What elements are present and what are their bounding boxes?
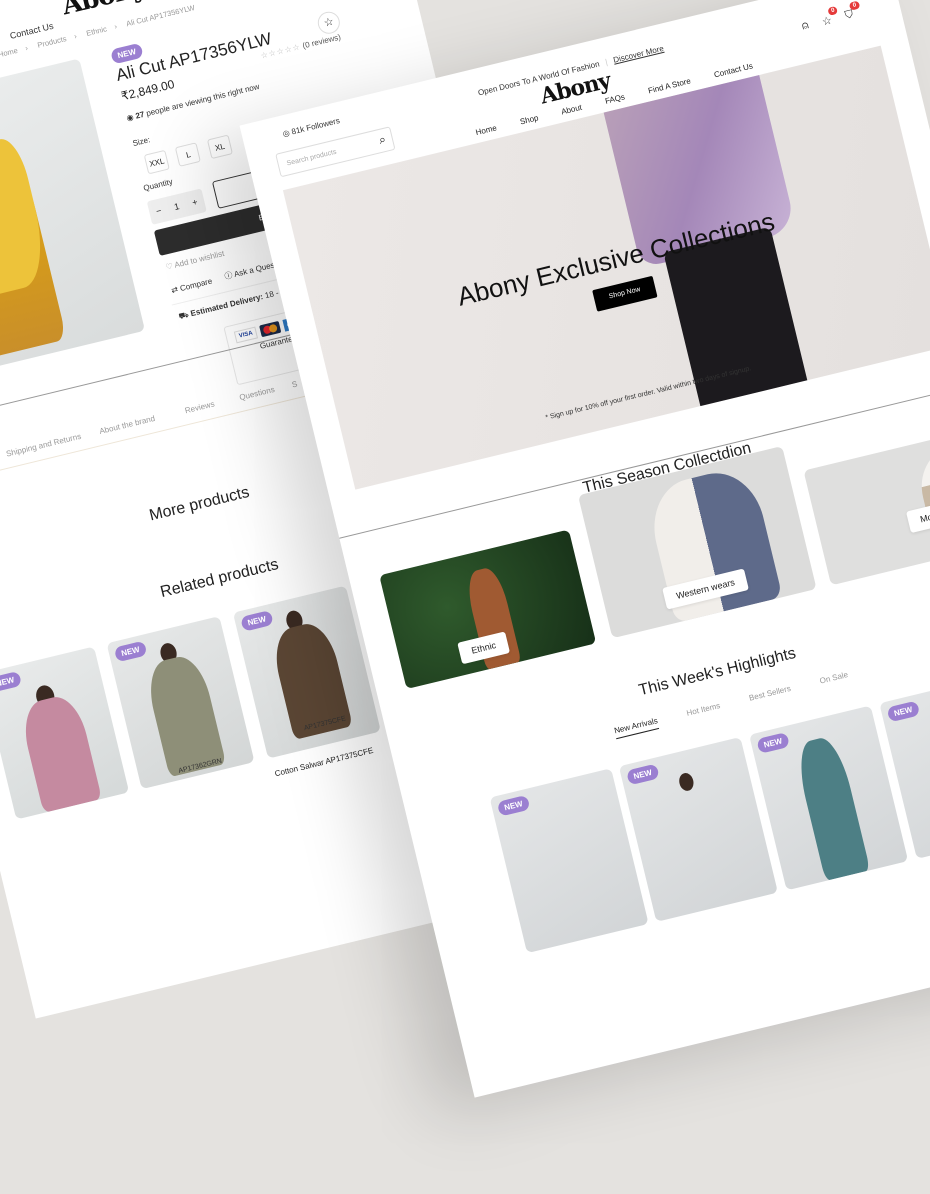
visa-icon: VISA [233, 326, 259, 344]
tab-reviews[interactable]: Reviews [184, 399, 216, 415]
wishlist-icon[interactable]: ☆ 0 [821, 5, 839, 29]
heart-icon: ♡ [164, 261, 174, 272]
size-label: Size: [131, 135, 152, 149]
product-card[interactable]: NEW [749, 705, 909, 891]
shop-now-button[interactable]: Shop Now [592, 275, 658, 312]
minus-icon[interactable]: − [155, 206, 162, 217]
nav-shop[interactable]: Shop [519, 113, 539, 126]
tab-more[interactable]: S [291, 379, 298, 389]
search-icon[interactable]: ⌕ [377, 132, 387, 148]
quantity-label: Quantity [142, 177, 174, 193]
plus-icon[interactable]: + [191, 197, 198, 208]
search-placeholder: Search products [286, 148, 338, 168]
tab-on-sale[interactable]: On Sale [819, 670, 850, 689]
related-product-card[interactable]: NEW [0, 646, 130, 820]
breadcrumb-home[interactable]: Home [0, 46, 19, 59]
compare-link[interactable]: ⇄ Compare [170, 277, 213, 296]
hero-title: Abony Exclusive Collections [454, 206, 778, 312]
size-l[interactable]: L [175, 142, 202, 167]
category-card-modest[interactable]: Modest Wear [803, 421, 930, 586]
truck-icon: ⛟ [177, 310, 190, 322]
compare-icon: ⇄ [170, 284, 180, 296]
wishlist-label: Add to wishlist [173, 248, 226, 270]
new-badge: NEW [886, 700, 920, 723]
related-product-card[interactable]: NEW AP17362GRN [106, 616, 255, 790]
mockup-stage: Contact Us Abony Home› Products› Ethnic›… [0, 0, 930, 1098]
new-badge: NEW [756, 732, 790, 754]
product-card[interactable]: NEW [489, 768, 649, 954]
product-image[interactable] [0, 58, 146, 378]
nav-faqs[interactable]: FAQs [604, 92, 626, 105]
tab-about-brand[interactable]: About the brand [98, 414, 155, 436]
reviews-count: (0 reviews) [301, 32, 342, 51]
category-card-ethnic[interactable]: Ethnic [379, 529, 597, 690]
tab-questions[interactable]: Questions [238, 385, 275, 402]
size-options: XXL L XL [143, 133, 239, 175]
tab-shipping[interactable]: Shipping and Returns [5, 432, 82, 459]
signup-notice: * Sign up for 10% off your first order. … [544, 365, 753, 422]
quantity-value[interactable]: 1 [173, 201, 180, 212]
breadcrumb-current: Ali Cut AP17356YLW [125, 2, 196, 29]
tab-new-arrivals[interactable]: New Arrivals [613, 716, 660, 740]
new-badge: NEW [240, 610, 274, 632]
new-badge: NEW [0, 670, 22, 693]
tab-hot-items[interactable]: Hot Items [686, 701, 722, 722]
compare-label: Compare [179, 276, 214, 294]
new-badge: NEW [113, 640, 148, 663]
breadcrumb-products[interactable]: Products [37, 34, 68, 50]
breadcrumb-ethnic[interactable]: Ethnic [85, 24, 107, 38]
viewers-count: 27 [134, 109, 146, 121]
star-icon: ☆ [322, 15, 336, 30]
new-badge: NEW [626, 763, 660, 786]
mastercard-icon [259, 320, 282, 338]
eye-icon: ◉ [125, 112, 135, 123]
delivery-label: Estimated Delivery: [189, 292, 264, 319]
size-xl[interactable]: XL [206, 134, 233, 160]
question-icon: ⓘ [223, 270, 234, 282]
size-xxl[interactable]: XXL [143, 149, 170, 175]
tab-best-sellers[interactable]: Best Sellers [748, 684, 793, 707]
product-card[interactable]: NEW [618, 736, 778, 922]
new-badge: NEW [496, 794, 531, 817]
